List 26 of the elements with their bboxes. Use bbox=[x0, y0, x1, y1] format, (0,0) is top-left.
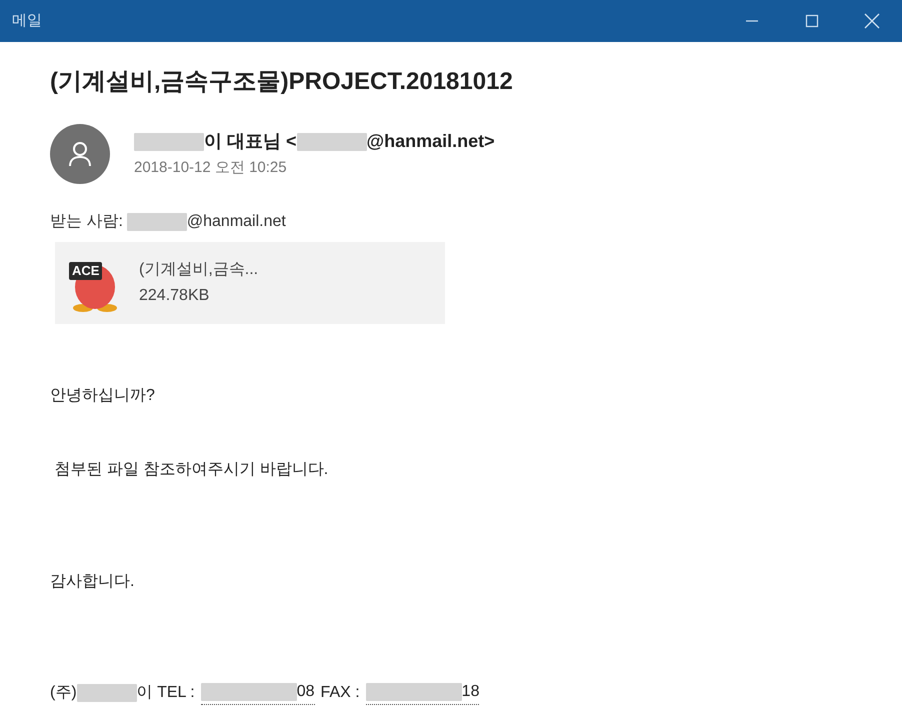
minimize-icon bbox=[745, 20, 759, 22]
message-line: 감사합니다. bbox=[50, 572, 134, 592]
window-title: 메일 bbox=[12, 10, 42, 31]
sent-date: 2018-10-12 오전 10:25 bbox=[134, 158, 288, 178]
maximize-icon bbox=[805, 14, 819, 28]
redaction-mark bbox=[296, 132, 367, 151]
attachment-card[interactable]: ACE (기계설비,금속... 224.78KB bbox=[55, 242, 445, 324]
email-subject: (기계설비,금속구조물)PROJECT.20181012 bbox=[50, 67, 514, 97]
sender-text: 이 대표님 < bbox=[204, 130, 297, 154]
redaction-mark bbox=[76, 684, 137, 702]
attachment-size: 224.78KB bbox=[139, 286, 210, 306]
signature-text: (주) bbox=[50, 682, 77, 702]
recipient-label: 받는 사람: bbox=[50, 212, 123, 232]
redaction-mark bbox=[134, 132, 204, 151]
message-line: 안녕하십니까? bbox=[50, 386, 155, 406]
signature-text: FAX : bbox=[320, 682, 360, 702]
redaction-mark bbox=[126, 213, 187, 231]
phone-link[interactable]: 18 bbox=[366, 680, 480, 705]
message-line: 첨부된 파일 참조하여주시기 바랍니다. bbox=[53, 460, 328, 480]
attachment-name: (기계설비,금속... bbox=[139, 260, 258, 280]
phone-link[interactable]: 08 bbox=[200, 680, 315, 705]
sender-text: @hanmail.net> bbox=[366, 130, 495, 154]
person-icon bbox=[68, 141, 92, 167]
signature-text: 이 TEL : bbox=[136, 682, 195, 702]
recipient-address: @hanmail.net bbox=[186, 212, 286, 232]
close-icon bbox=[864, 13, 880, 29]
